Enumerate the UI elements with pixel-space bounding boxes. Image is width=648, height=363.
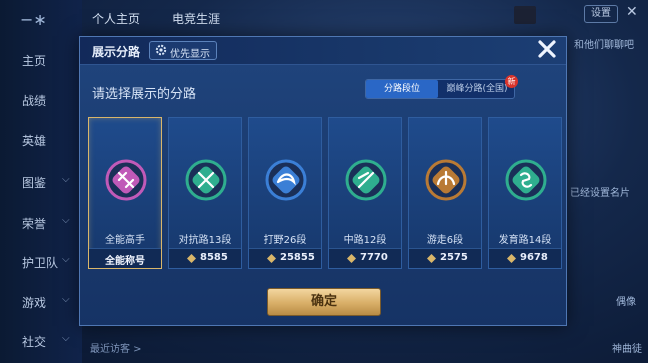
tab-lane-rank[interactable]: 分路段位 bbox=[366, 80, 438, 98]
farm-lane-emblem bbox=[505, 159, 547, 201]
right-hint-chat: 和他们聊聊吧 bbox=[574, 40, 634, 51]
lane-card-score: 8585 bbox=[200, 252, 228, 263]
new-badge: 新 bbox=[505, 75, 518, 88]
chevron-down-icon: ⌵ bbox=[62, 254, 70, 265]
lane-card-footer: 7770 bbox=[329, 248, 401, 268]
right-hint-song: 神曲徒 bbox=[612, 344, 642, 355]
sidebar-item-label: 图鉴 bbox=[22, 176, 47, 190]
chevron-down-icon: ⌵ bbox=[62, 215, 70, 226]
score-diamond-icon bbox=[347, 254, 356, 263]
lane-display-modal: 展示分路 优先显示 请选择展示的分路 分路段位 巅峰分路(全国) 新 全能高手全… bbox=[79, 36, 567, 326]
lane-card-footer: 2575 bbox=[409, 248, 481, 268]
lane-card-score: 25855 bbox=[280, 252, 315, 263]
settings-button[interactable]: 设置 bbox=[584, 5, 618, 23]
lane-card-footer: 8585 bbox=[169, 248, 241, 268]
tab-peak-lane-national[interactable]: 巅峰分路(全国) bbox=[440, 80, 514, 98]
jungle-emblem bbox=[265, 159, 307, 201]
confirm-button[interactable]: 确定 bbox=[267, 288, 381, 316]
lane-card[interactable]: 中路12段 7770 bbox=[328, 117, 402, 269]
lane-card-score: 2575 bbox=[440, 252, 468, 263]
sidebar-item-label: 荣誉 bbox=[22, 217, 47, 231]
sidebar-item-label: 战绩 bbox=[22, 94, 47, 108]
lane-card-name: 对抗路13段 bbox=[178, 235, 232, 246]
tab-personal-home[interactable]: 个人主页 bbox=[92, 10, 140, 27]
lane-card-name: 打野26段 bbox=[263, 235, 307, 246]
sidebar-item-label: 主页 bbox=[22, 54, 47, 68]
chevron-down-icon: ⌵ bbox=[62, 294, 70, 305]
right-hint-card: 已经设置名片 bbox=[570, 188, 630, 199]
close-icon[interactable] bbox=[535, 37, 559, 61]
lane-card-footer: 25855 bbox=[249, 248, 321, 268]
lane-card-name: 全能高手 bbox=[105, 235, 145, 246]
sidebar-item-label: 英雄 bbox=[22, 134, 47, 148]
clash-lane-emblem bbox=[185, 159, 227, 201]
lane-card[interactable]: 打野26段 25855 bbox=[248, 117, 322, 269]
lane-card-name: 游走6段 bbox=[426, 235, 464, 246]
priority-display-label: 优先显示 bbox=[170, 49, 210, 60]
lane-card-score: 9678 bbox=[520, 252, 548, 263]
tab-esports-career[interactable]: 电竞生涯 bbox=[172, 10, 220, 27]
app-logo-icon: −∗ bbox=[20, 10, 47, 29]
mid-lane-emblem bbox=[345, 159, 387, 201]
chevron-down-icon: ⌵ bbox=[62, 333, 70, 344]
modal-subtitle: 请选择展示的分路 bbox=[92, 87, 197, 102]
modal-title: 展示分路 bbox=[92, 45, 141, 59]
score-diamond-icon bbox=[187, 254, 196, 263]
right-hint-idol: 偶像 bbox=[616, 297, 636, 308]
lane-card-footer: 全能称号 bbox=[89, 248, 161, 268]
sidebar-item-label: 游戏 bbox=[22, 296, 47, 310]
score-diamond-icon bbox=[427, 254, 436, 263]
lane-card-title: 全能称号 bbox=[105, 256, 145, 267]
priority-display-button[interactable]: 优先显示 bbox=[149, 41, 217, 60]
lane-mode-toggle: 分路段位 巅峰分路(全国) bbox=[365, 79, 515, 99]
recent-visitors[interactable]: 最近访客 > bbox=[90, 340, 142, 355]
lane-card[interactable]: 对抗路13段 8585 bbox=[168, 117, 242, 269]
lane-card[interactable]: 全能高手 全能称号 bbox=[88, 117, 162, 269]
lane-card-name: 发育路14段 bbox=[498, 235, 552, 246]
lane-card[interactable]: 游走6段 2575 bbox=[408, 117, 482, 269]
sidebar-item-label: 护卫队 bbox=[22, 256, 59, 270]
roam-emblem bbox=[425, 159, 467, 201]
gear-icon bbox=[155, 44, 167, 56]
score-diamond-icon bbox=[267, 254, 276, 263]
score-diamond-icon bbox=[507, 254, 516, 263]
all-round-emblem bbox=[105, 159, 147, 201]
lane-card[interactable]: 发育路14段 9678 bbox=[488, 117, 562, 269]
lane-card-footer: 9678 bbox=[489, 248, 561, 268]
avatar[interactable] bbox=[514, 6, 536, 24]
sidebar-item-label: 社交 bbox=[22, 335, 47, 349]
chevron-down-icon: ⌵ bbox=[62, 174, 70, 185]
lane-card-name: 中路12段 bbox=[343, 235, 387, 246]
lane-card-score: 7770 bbox=[360, 252, 388, 263]
modal-header: 展示分路 优先显示 bbox=[80, 37, 566, 65]
top-close-icon[interactable]: ✕ bbox=[626, 4, 638, 20]
